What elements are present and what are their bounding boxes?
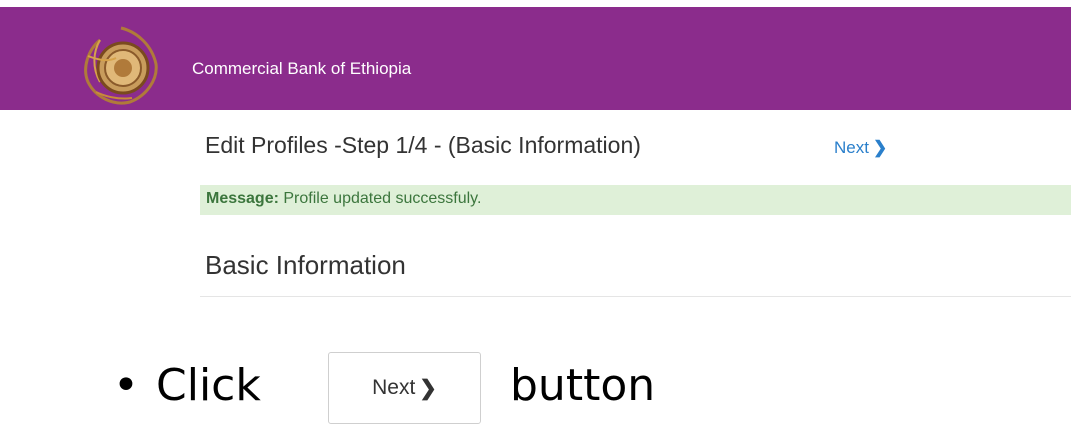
page-title: Edit Profiles -Step 1/4 - (Basic Informa…	[205, 132, 641, 158]
instruction-line: • Click Next ❯ button	[113, 352, 813, 428]
bank-logo-icon	[84, 26, 158, 105]
app-header: Commercial Bank of Ethiopia	[0, 0, 1071, 110]
instruction-click-text: Click	[156, 360, 261, 411]
instruction-button-text: button	[510, 360, 656, 411]
chevron-right-icon: ❯	[872, 138, 888, 157]
chevron-right-icon: ❯	[419, 376, 437, 400]
success-message: Message: Profile updated successfuly.	[200, 185, 1071, 215]
next-link[interactable]: Next ❯	[834, 138, 887, 158]
message-text: Profile updated successfuly.	[283, 190, 482, 207]
bullet: •	[113, 360, 139, 411]
section-title: Basic Information	[205, 250, 406, 280]
next-link-label: Next	[834, 138, 869, 157]
brand-name: Commercial Bank of Ethiopia	[192, 59, 412, 78]
next-button[interactable]: Next ❯	[328, 352, 481, 424]
section-divider	[200, 296, 1071, 297]
message-label: Message:	[206, 190, 279, 207]
next-button-label: Next	[372, 376, 416, 399]
